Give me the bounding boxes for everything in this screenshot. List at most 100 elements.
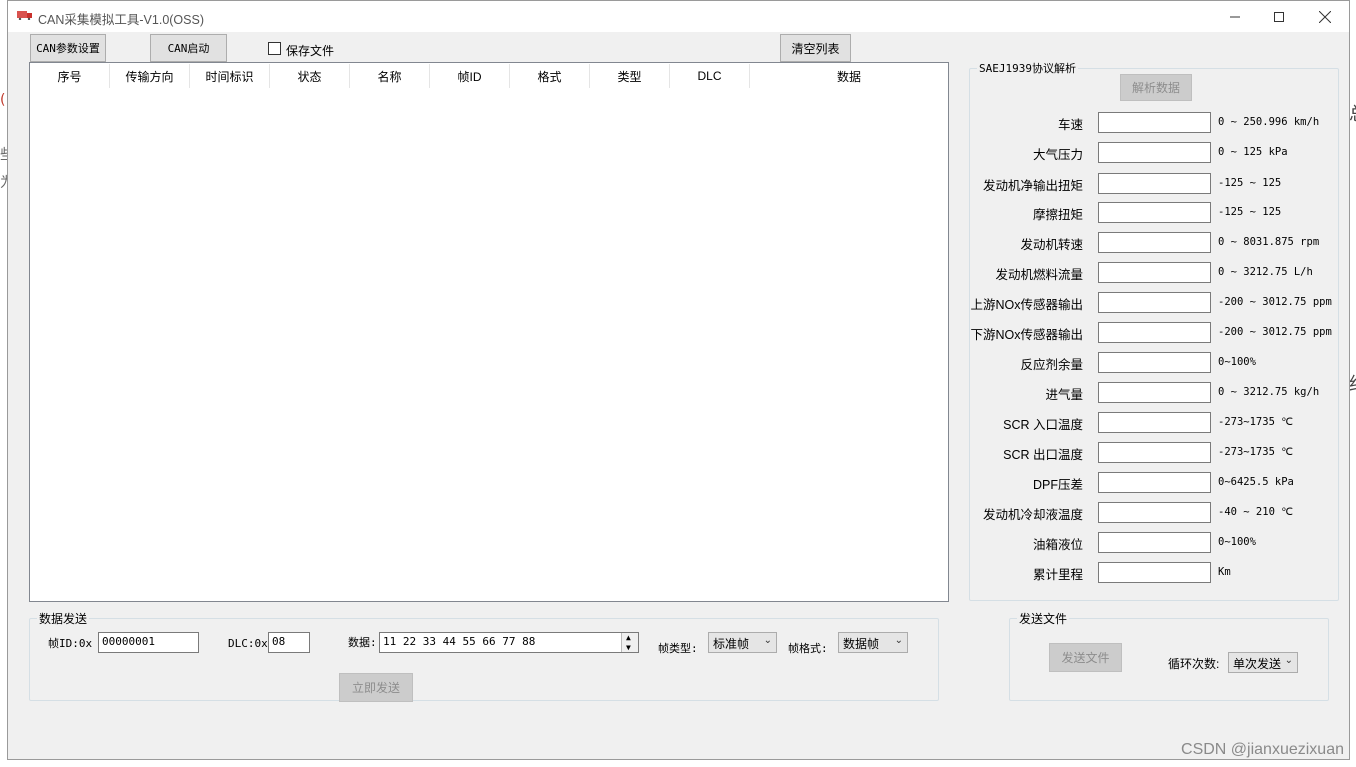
param-range: -40 ~ 210 ℃ xyxy=(1218,506,1294,518)
param-label: DPF压差 xyxy=(1032,478,1083,492)
param-label: 摩擦扭矩 xyxy=(1032,208,1083,222)
chevron-down-icon: ⌄ xyxy=(894,635,903,646)
frame-id-input[interactable]: 00000001 xyxy=(98,632,199,653)
data-label: 数据: xyxy=(348,636,377,649)
param-range: 0 ~ 8031.875 rpm xyxy=(1218,236,1320,248)
dlc-label: DLC:0x xyxy=(228,637,268,650)
data-send-group xyxy=(29,618,939,701)
param-label: 大气压力 xyxy=(1032,148,1083,162)
app-truck-icon xyxy=(17,11,32,20)
loop-count-label: 循环次数: xyxy=(1168,657,1220,671)
column-header[interactable]: DLC xyxy=(670,64,750,88)
param-label: SCR 出口温度 xyxy=(1003,448,1083,462)
column-header[interactable]: 帧ID xyxy=(430,64,510,88)
frame-type-label: 帧类型: xyxy=(658,642,698,655)
column-header[interactable]: 数据 xyxy=(750,64,948,88)
background-fragment: 约 xyxy=(1349,370,1356,396)
can-start-button[interactable]: CAN启动 xyxy=(150,34,227,62)
column-header[interactable]: 名称 xyxy=(350,64,430,88)
window-title: CAN采集模拟工具-V1.0(OSS) xyxy=(38,13,204,27)
param-value-field[interactable] xyxy=(1098,142,1211,163)
param-value-field[interactable] xyxy=(1098,322,1211,343)
minimize-button[interactable] xyxy=(1212,1,1258,32)
maximize-button[interactable] xyxy=(1256,1,1302,32)
frame-type-select[interactable]: 标准帧 ⌄ xyxy=(708,632,777,653)
frame-format-value: 数据帧 xyxy=(843,637,880,651)
param-value-field[interactable] xyxy=(1098,472,1211,493)
param-label: SCR 入口温度 xyxy=(1003,418,1083,432)
close-button[interactable] xyxy=(1302,1,1348,32)
data-send-group-title: 数据发送 xyxy=(37,610,90,627)
parse-data-button[interactable]: 解析数据 xyxy=(1120,74,1192,101)
can-params-button[interactable]: CAN参数设置 xyxy=(30,34,106,62)
param-label: 下游NOx传感器输出 xyxy=(970,328,1083,342)
param-value-field[interactable] xyxy=(1098,412,1211,433)
frame-type-value: 标准帧 xyxy=(713,637,750,651)
clear-list-button[interactable]: 清空列表 xyxy=(780,34,851,62)
loop-count-select[interactable]: 单次发送 ⌄ xyxy=(1228,652,1298,673)
param-value-field[interactable] xyxy=(1098,442,1211,463)
column-header[interactable]: 序号 xyxy=(30,64,110,88)
data-spinner[interactable]: ▲ ▼ xyxy=(621,633,638,652)
column-header[interactable]: 时间标识 xyxy=(190,64,270,88)
column-header[interactable]: 状态 xyxy=(270,64,350,88)
param-label: 上游NOx传感器输出 xyxy=(970,298,1083,312)
param-value-field[interactable] xyxy=(1098,202,1211,223)
save-file-checkbox[interactable] xyxy=(268,42,281,55)
param-value-field[interactable] xyxy=(1098,382,1211,403)
param-label: 发动机净输出扭矩 xyxy=(982,179,1083,193)
param-label: 发动机转速 xyxy=(1020,238,1083,252)
app-window: CAN采集模拟工具-V1.0(OSS) CAN参数设置 CAN启动 保存文件 清… xyxy=(7,0,1350,760)
param-label: 累计里程 xyxy=(1032,568,1083,582)
param-range: 0~100% xyxy=(1218,536,1256,548)
param-range: 0~100% xyxy=(1218,356,1256,368)
param-range: -200 ~ 3012.75 ppm xyxy=(1218,326,1332,338)
param-label: 进气量 xyxy=(1045,388,1083,402)
chevron-down-icon: ⌄ xyxy=(1284,655,1293,666)
param-value-field[interactable] xyxy=(1098,562,1211,583)
param-range: 0 ~ 3212.75 kg/h xyxy=(1218,386,1320,398)
column-header[interactable]: 类型 xyxy=(590,64,670,88)
column-header[interactable]: 格式 xyxy=(510,64,590,88)
dlc-input[interactable]: 08 xyxy=(268,632,310,653)
param-value-field[interactable] xyxy=(1098,173,1211,194)
spin-down-icon[interactable]: ▼ xyxy=(626,644,631,652)
param-range: Km xyxy=(1218,566,1231,578)
param-range: 0~6425.5 kPa xyxy=(1218,476,1294,488)
param-value-field[interactable] xyxy=(1098,262,1211,283)
param-range: -200 ~ 3012.75 ppm xyxy=(1218,296,1332,308)
param-value-field[interactable] xyxy=(1098,532,1211,553)
chevron-down-icon: ⌄ xyxy=(763,635,772,646)
param-value-field[interactable] xyxy=(1098,502,1211,523)
param-label: 油箱液位 xyxy=(1032,538,1083,552)
message-list[interactable]: 序号 传输方向 时间标识 状态 名称 帧ID 格式 类型 DLC 数据 xyxy=(29,62,949,602)
spin-up-icon[interactable]: ▲ xyxy=(626,634,631,642)
param-label: 发动机燃料流量 xyxy=(995,268,1083,282)
send-now-button[interactable]: 立即发送 xyxy=(339,673,413,702)
title-bar: CAN采集模拟工具-V1.0(OSS) xyxy=(8,1,1349,32)
param-label: 车速 xyxy=(1057,118,1083,132)
param-label: 反应剂余量 xyxy=(1020,358,1083,372)
param-range: -273~1735 ℃ xyxy=(1218,446,1294,458)
background-fragment: ( xyxy=(0,92,6,108)
param-value-field[interactable] xyxy=(1098,232,1211,253)
save-file-label[interactable]: 保存文件 xyxy=(286,42,334,59)
frame-format-select[interactable]: 数据帧 ⌄ xyxy=(838,632,908,653)
send-file-group-title: 发送文件 xyxy=(1017,610,1070,627)
param-range: -125 ~ 125 xyxy=(1218,177,1282,189)
data-input[interactable]: 11 22 33 44 55 66 77 88 ▲ ▼ xyxy=(379,632,639,653)
param-value-field[interactable] xyxy=(1098,292,1211,313)
param-range: 0 ~ 125 kPa xyxy=(1218,146,1288,158)
param-range: -125 ~ 125 xyxy=(1218,206,1282,218)
param-label: 发动机冷却液温度 xyxy=(982,508,1083,522)
param-range: 0 ~ 250.996 km/h xyxy=(1218,116,1320,128)
minimize-icon xyxy=(1230,16,1240,17)
param-value-field[interactable] xyxy=(1098,352,1211,373)
column-header[interactable]: 传输方向 xyxy=(110,64,190,88)
data-input-value: 11 22 33 44 55 66 77 88 xyxy=(383,635,536,648)
protocol-group-title: SAEJ1939协议解析 xyxy=(977,60,1078,76)
param-range: -273~1735 ℃ xyxy=(1218,416,1294,428)
send-file-button[interactable]: 发送文件 xyxy=(1049,643,1122,672)
loop-count-value: 单次发送 xyxy=(1233,657,1282,671)
param-value-field[interactable] xyxy=(1098,112,1211,133)
